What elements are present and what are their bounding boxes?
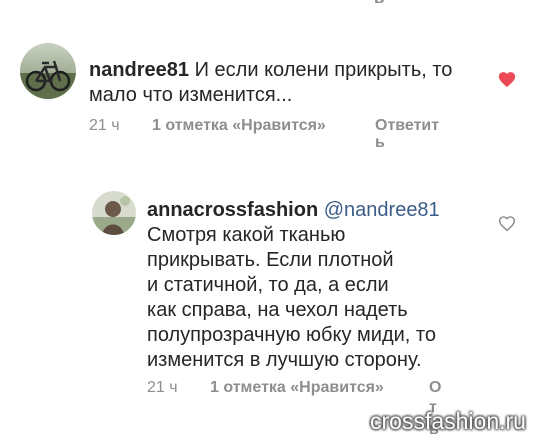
comment-timestamp: 21 ч bbox=[147, 379, 178, 396]
like-heart-outline-icon[interactable] bbox=[497, 214, 517, 232]
comment-body: мало что изменится... bbox=[89, 84, 293, 106]
avatar[interactable] bbox=[92, 191, 136, 235]
avatar[interactable] bbox=[20, 43, 76, 99]
comment-timestamp: 21 ч bbox=[89, 117, 120, 134]
likes-count-link[interactable]: 1 отметка «Нравится» bbox=[210, 379, 384, 397]
comment-body: прикрывать. Если плотной bbox=[147, 249, 394, 271]
comment-body: и статичной, то да, а если bbox=[147, 274, 389, 296]
comment-body: И если колени прикрыть, то bbox=[194, 59, 453, 81]
cut-off-reply-text: ь bbox=[374, 0, 384, 8]
comment-body: как справа, на чехол надеть bbox=[147, 299, 408, 321]
like-heart-icon[interactable] bbox=[497, 70, 517, 88]
reply-button[interactable]: Ответит bbox=[375, 117, 439, 135]
comment-username[interactable]: annacrossfashion bbox=[147, 199, 318, 221]
mention-link[interactable]: @nandree81 bbox=[324, 199, 440, 221]
likes-count-link[interactable]: 1 отметка «Нравится» bbox=[152, 117, 326, 135]
comment-body: полупрозрачную юбку миди, то bbox=[147, 324, 436, 346]
profile-photo-icon bbox=[92, 191, 136, 235]
comment-username[interactable]: nandree81 bbox=[89, 59, 189, 81]
reply-button[interactable]: О bbox=[429, 379, 441, 397]
comment-body: Смотря какой тканью bbox=[147, 224, 346, 246]
site-watermark: crossfashion.ru bbox=[370, 408, 526, 434]
comment-body: изменится в лучшую сторону. bbox=[147, 349, 422, 371]
comment-text-line: nandree81 И если колени прикрыть, то bbox=[89, 58, 452, 82]
comment-text-line: annacrossfashion @nandree81 bbox=[147, 198, 440, 222]
bicycle-photo-icon bbox=[20, 43, 76, 99]
reply-button-wrap[interactable]: ь bbox=[375, 134, 385, 152]
